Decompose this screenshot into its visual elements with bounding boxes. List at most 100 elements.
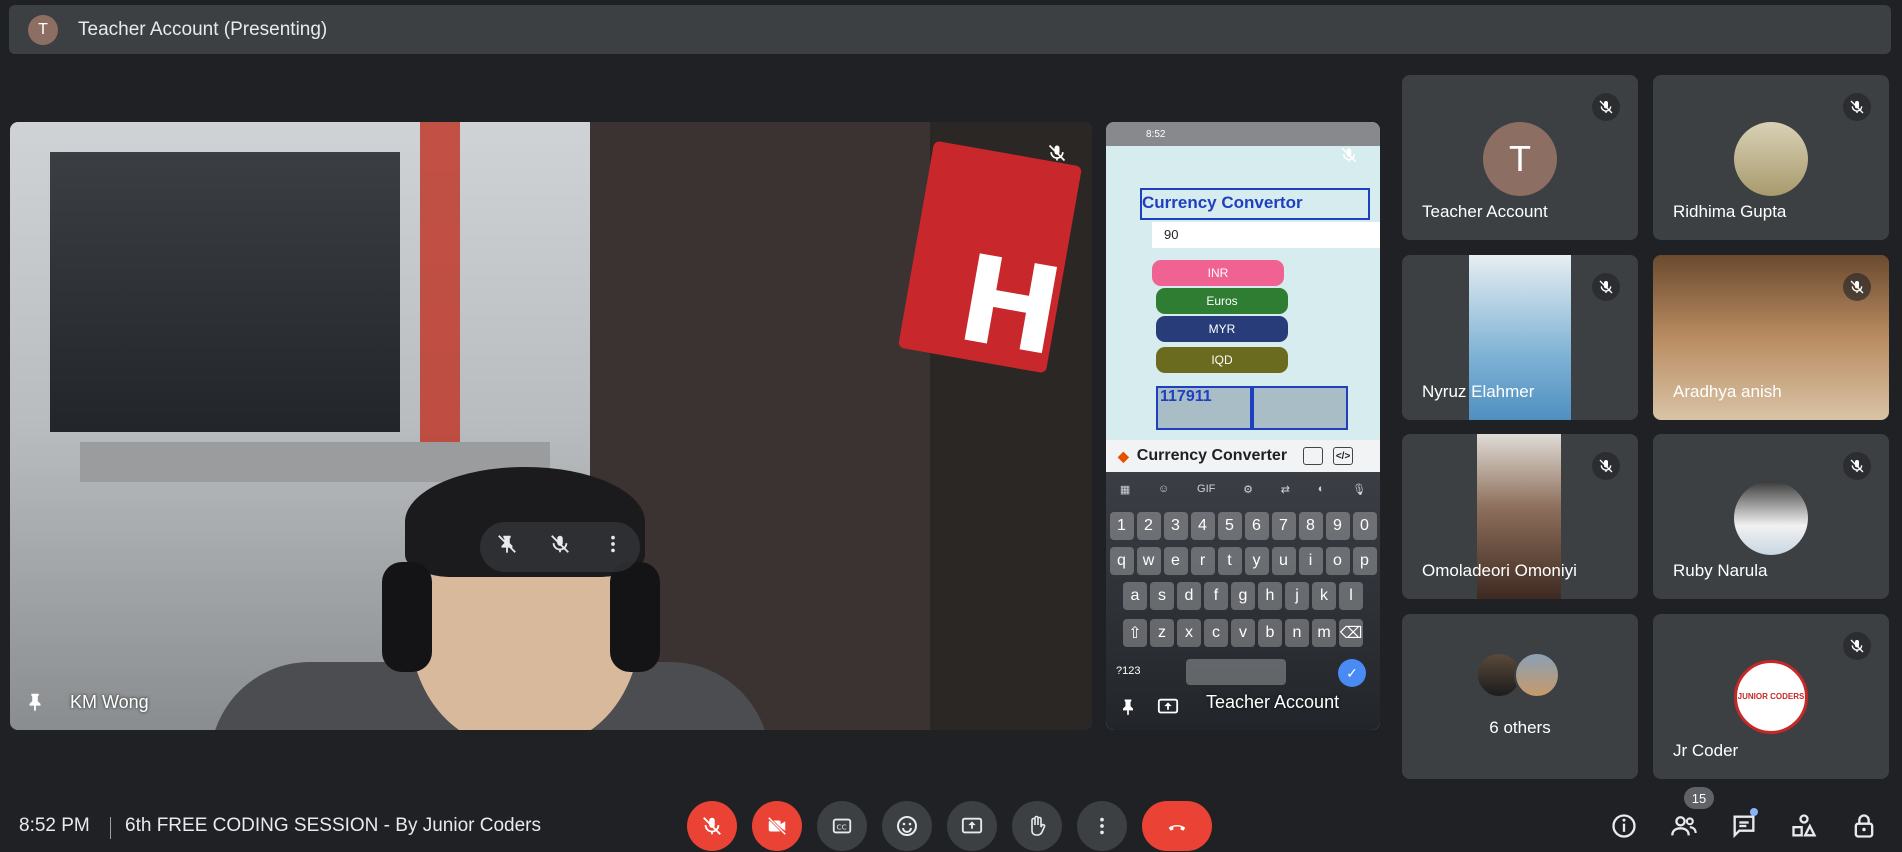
settings-icon[interactable]: ⚙ <box>1243 483 1253 496</box>
backspace-key[interactable]: ⌫ <box>1339 619 1363 647</box>
keyboard-row-top: qwertyuiop <box>1106 547 1380 577</box>
sticker-icon[interactable]: ☺ <box>1158 483 1169 495</box>
mic-off-icon[interactable] <box>549 533 571 561</box>
key-s[interactable]: s <box>1150 582 1174 610</box>
app-bar: ◆ Currency Converter </> <box>1106 440 1380 472</box>
participant-tile[interactable]: Ridhima Gupta <box>1653 75 1889 240</box>
host-controls-icon[interactable] <box>1844 806 1884 846</box>
more-options-button[interactable] <box>1077 801 1127 851</box>
reactions-button[interactable] <box>882 801 932 851</box>
sidebar-toggle-icon[interactable] <box>1303 447 1324 465</box>
key-i[interactable]: i <box>1298 547 1323 575</box>
gif-button[interactable]: GIF <box>1197 483 1215 495</box>
code-icon[interactable]: </> <box>1333 447 1354 465</box>
key-o[interactable]: o <box>1325 547 1350 575</box>
key-1[interactable]: 1 <box>1109 512 1134 540</box>
voice-icon[interactable]: 🎙 <box>1352 483 1366 496</box>
mic-toggle-button[interactable] <box>687 801 737 851</box>
key-0[interactable]: 0 <box>1352 512 1377 540</box>
key-w[interactable]: w <box>1136 547 1161 575</box>
key-g[interactable]: g <box>1231 582 1255 610</box>
people-icon[interactable] <box>1664 806 1704 846</box>
meeting-details-icon[interactable] <box>1604 806 1644 846</box>
key-3[interactable]: 3 <box>1163 512 1188 540</box>
participant-tile[interactable]: JUNIOR CODERS Jr Coder <box>1653 614 1889 779</box>
chat-icon[interactable] <box>1724 806 1764 846</box>
participant-tile[interactable]: Omoladeori Omoniyi <box>1402 434 1638 599</box>
key-4[interactable]: 4 <box>1190 512 1215 540</box>
key-x[interactable]: x <box>1177 619 1201 647</box>
participant-name: Omoladeori Omoniyi <box>1422 561 1577 580</box>
video-window <box>50 152 400 432</box>
captions-button[interactable]: CC <box>817 801 867 851</box>
currency-button-iqd[interactable]: IQD <box>1156 347 1288 373</box>
key-7[interactable]: 7 <box>1271 512 1296 540</box>
key-a[interactable]: a <box>1123 582 1147 610</box>
key-d[interactable]: d <box>1177 582 1201 610</box>
video-curtain <box>420 122 460 452</box>
palette-icon[interactable]: ◐ <box>1318 483 1325 495</box>
keyboard-row-bottom: ⇧ z x c v b n m ⌫ <box>1106 619 1380 649</box>
enter-key[interactable]: ✓ <box>1338 659 1366 687</box>
apps-icon[interactable]: ▦ <box>1120 483 1130 496</box>
keyboard-toolbar: ▦ ☺ GIF ⚙ ⇄ ◐ 🎙 <box>1106 474 1380 504</box>
key-b[interactable]: b <box>1258 619 1282 647</box>
key-p[interactable]: p <box>1352 547 1377 575</box>
key-j[interactable]: j <box>1285 582 1309 610</box>
key-h[interactable]: h <box>1258 582 1282 610</box>
key-q[interactable]: q <box>1109 547 1134 575</box>
currency-button-euros[interactable]: Euros <box>1156 288 1288 314</box>
main-video-tile[interactable]: H KM Wong <box>10 122 1092 730</box>
pin-off-icon[interactable] <box>496 533 518 561</box>
key-6[interactable]: 6 <box>1244 512 1269 540</box>
key-9[interactable]: 9 <box>1325 512 1350 540</box>
video-headphone-left <box>382 562 432 672</box>
key-t[interactable]: t <box>1217 547 1242 575</box>
present-now-button[interactable] <box>947 801 997 851</box>
participant-tile[interactable]: T Teacher Account <box>1402 75 1638 240</box>
mic-off-icon <box>1843 93 1871 121</box>
more-options-icon[interactable] <box>602 533 624 561</box>
shift-key[interactable]: ⇧ <box>1123 619 1147 647</box>
key-5[interactable]: 5 <box>1217 512 1242 540</box>
result-box-secondary <box>1252 386 1348 430</box>
pin-icon[interactable] <box>1118 696 1138 723</box>
others-tile[interactable]: 6 others <box>1402 614 1638 779</box>
key-l[interactable]: l <box>1339 582 1363 610</box>
key-2[interactable]: 2 <box>1136 512 1161 540</box>
key-c[interactable]: c <box>1204 619 1228 647</box>
key-e[interactable]: e <box>1163 547 1188 575</box>
symbols-key[interactable]: ?123 <box>1116 665 1140 677</box>
camera-toggle-button[interactable] <box>752 801 802 851</box>
currency-button-myr[interactable]: MYR <box>1156 316 1288 342</box>
pin-icon[interactable] <box>24 690 46 719</box>
key-8[interactable]: 8 <box>1298 512 1323 540</box>
screen-share-tile[interactable]: 8:52 Currency Convertor 90 INR Euros MYR… <box>1106 122 1380 730</box>
app-title: Currency Convertor <box>1140 188 1370 220</box>
key-u[interactable]: u <box>1271 547 1296 575</box>
mic-off-icon <box>1843 273 1871 301</box>
key-y[interactable]: y <box>1244 547 1269 575</box>
key-k[interactable]: k <box>1312 582 1336 610</box>
space-key[interactable] <box>1186 659 1286 685</box>
amount-input[interactable]: 90 <box>1152 222 1380 248</box>
mic-off-icon <box>1843 632 1871 660</box>
participant-tile[interactable]: Nyruz Elahmer <box>1402 255 1638 420</box>
leave-call-button[interactable] <box>1142 801 1212 851</box>
participant-tile[interactable]: Aradhya anish <box>1653 255 1889 420</box>
currency-button-inr[interactable]: INR <box>1152 260 1284 286</box>
mic-off-icon <box>1843 452 1871 480</box>
key-m[interactable]: m <box>1312 619 1336 647</box>
key-z[interactable]: z <box>1150 619 1174 647</box>
key-f[interactable]: f <box>1204 582 1228 610</box>
activities-icon[interactable] <box>1784 806 1824 846</box>
translate-icon[interactable]: ⇄ <box>1281 483 1290 496</box>
key-v[interactable]: v <box>1231 619 1255 647</box>
raise-hand-button[interactable] <box>1012 801 1062 851</box>
key-r[interactable]: r <box>1190 547 1215 575</box>
key-n[interactable]: n <box>1285 619 1309 647</box>
participant-name: Aradhya anish <box>1673 382 1782 401</box>
presenting-title: Teacher Account (Presenting) <box>78 18 328 40</box>
mic-off-icon <box>1592 273 1620 301</box>
participant-tile[interactable]: Ruby Narula <box>1653 434 1889 599</box>
